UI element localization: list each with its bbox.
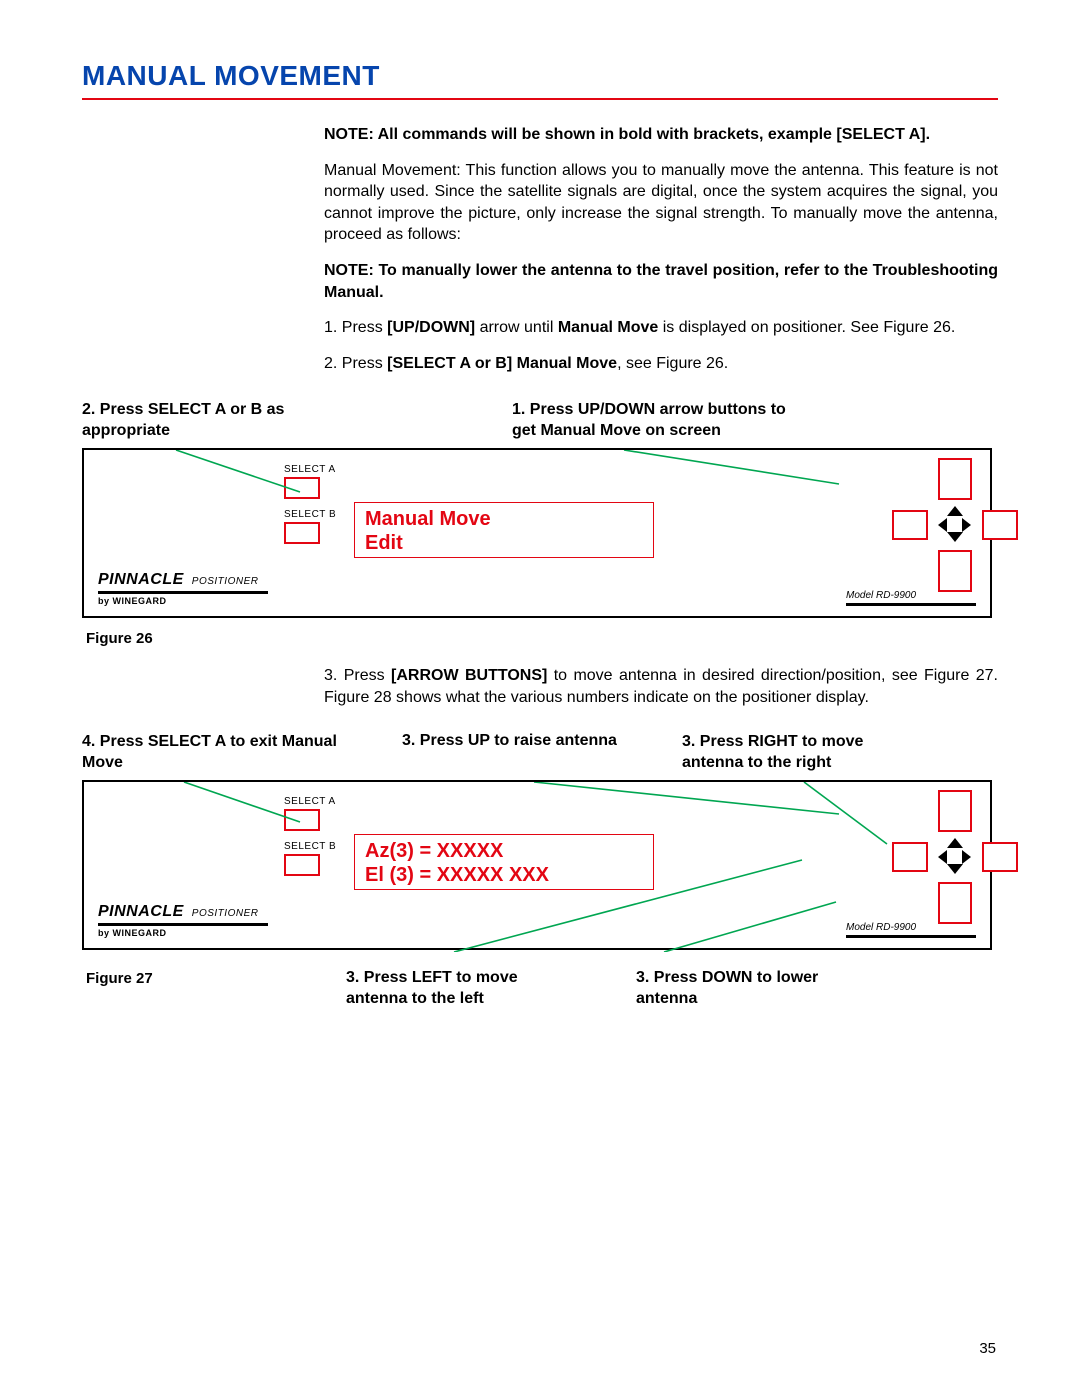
lcd-line1: Manual Move [365,507,643,531]
note-travel-position: NOTE: To manually lower the antenna to t… [324,260,998,303]
arrow-diamond-icon [940,506,970,542]
select-a-button-2[interactable] [284,809,320,831]
brand-block: PINNACLE POSITIONER by WINEGARD [98,571,268,606]
brand-pinnacle-2: PINNACLE [98,903,184,921]
intro-paragraph: Manual Movement: This function allows yo… [324,160,998,246]
step2-a: 2. Press [324,355,387,372]
arrow-down-button-2[interactable] [938,882,972,924]
arrow-down-button[interactable] [938,550,972,592]
model-block: Model RD-9900 [846,590,976,606]
select-b-button[interactable] [284,522,320,544]
title-rule [82,98,998,100]
positioner-figure-26: SELECT A SELECT B Manual Move Edit PINNA… [82,448,992,618]
step3-b: [ARROW BUTTONS] [391,667,547,684]
callout-exit: 4. Press SELECT A to exit Manual Move [82,732,342,774]
page-number: 35 [979,1340,996,1357]
step2-b: [SELECT A or B] Manual Move [387,355,617,372]
lcd-line2: Edit [365,531,643,555]
arrow-up-button[interactable] [938,458,972,500]
callout-raise: 3. Press UP to raise antenna [402,732,662,750]
brand-block-2: PINNACLE POSITIONER by WINEGARD [98,903,268,938]
model-label: Model RD-9900 [846,590,916,601]
note1-cmd: [SELECT A] [836,126,925,143]
figure-26-label: Figure 26 [86,630,998,647]
select-b-label: SELECT B [284,509,336,520]
model-label-2: Model RD-9900 [846,922,916,933]
callout-lower: 3. Press DOWN to lower antenna [636,968,836,1010]
step-1: 1. Press [UP/DOWN] arrow until Manual Mo… [324,317,998,339]
brand-pinnacle: PINNACLE [98,571,184,589]
arrow-up-button-2[interactable] [938,790,972,832]
brand-positioner-2: POSITIONER [192,908,259,919]
positioner-figure-27: SELECT A SELECT B Az(3) = XXXXX El (3) =… [82,780,992,950]
step1-c: arrow until [475,319,558,336]
figure-27-label: Figure 27 [86,970,346,987]
lcd-display-2: Az(3) = XXXXX El (3) = XXXXX XXX [354,834,654,890]
note1-suffix: . [926,126,930,143]
select-a-label-2: SELECT A [284,796,336,807]
step2-c: , see Figure 26. [617,355,728,372]
step1-d: Manual Move [558,319,658,336]
lcd2-line2: El (3) = XXXXX XXX [365,863,643,887]
step1-b: [UP/DOWN] [387,319,475,336]
callout-select-ab: 2. Press SELECT A or B as appropriate [82,400,352,442]
select-a-label: SELECT A [284,464,336,475]
step1-e: is displayed on positioner. See Figure 2… [658,319,955,336]
step3-a: 3. Press [324,667,391,684]
arrow-left-button[interactable] [892,510,928,540]
note-commands: NOTE: All commands will be shown in bold… [324,124,998,146]
arrow-diamond-icon-2 [940,838,970,874]
select-b-button-2[interactable] [284,854,320,876]
brand-by-2: by WINEGARD [98,928,268,938]
lcd-display: Manual Move Edit [354,502,654,558]
step-2: 2. Press [SELECT A or B] Manual Move, se… [324,353,998,375]
callout-updown: 1. Press UP/DOWN arrow buttons to get Ma… [512,400,812,442]
callout-left-move: 3. Press LEFT to move antenna to the lef… [346,968,546,1010]
step-3: 3. Press [ARROW BUTTONS] to move antenna… [324,665,998,708]
lcd2-line1: Az(3) = XXXXX [365,839,643,863]
arrow-right-button[interactable] [982,510,1018,540]
select-b-label-2: SELECT B [284,841,336,852]
brand-by: by WINEGARD [98,596,268,606]
page-title: MANUAL MOVEMENT [82,60,998,92]
callout-right: 3. Press RIGHT to move antenna to the ri… [682,732,882,774]
note1-prefix: NOTE: All commands will be shown in bold… [324,126,836,143]
select-a-button[interactable] [284,477,320,499]
model-block-2: Model RD-9900 [846,922,976,938]
brand-positioner: POSITIONER [192,576,259,587]
step1-a: 1. Press [324,319,387,336]
arrow-right-button-2[interactable] [982,842,1018,872]
arrow-left-button-2[interactable] [892,842,928,872]
